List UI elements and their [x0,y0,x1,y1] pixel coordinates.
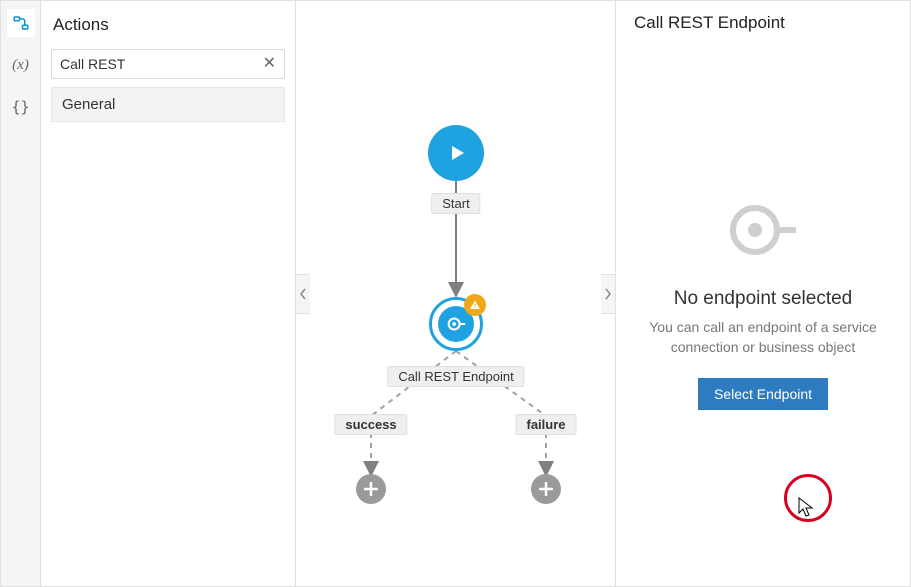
chevron-left-icon [299,288,307,300]
plus-icon [539,482,553,496]
chevron-right-icon [604,288,612,300]
empty-state-text: You can call an endpoint of a service co… [634,318,892,357]
outcome-success-label: success [334,414,407,435]
call-rest-node-label: Call REST Endpoint [387,366,524,387]
details-panel: Call REST Endpoint No endpoint selected … [615,1,910,586]
rail-flow-tab[interactable] [7,9,35,37]
rail-types-tab[interactable]: {} [7,93,35,121]
category-general[interactable]: General [51,87,285,122]
rail-variables-tab[interactable]: (x) [7,51,35,79]
types-icon: {} [11,98,29,116]
plus-icon [364,482,378,496]
start-node[interactable] [428,125,484,181]
flow-canvas[interactable]: Start Call REST Endpoint success failure [296,1,615,586]
search-input-wrapper: ✕ [51,49,285,79]
select-endpoint-button[interactable]: Select Endpoint [698,378,828,410]
warning-badge [464,294,486,316]
clear-search-icon[interactable]: ✕ [263,56,276,72]
left-rail: (x) {} [1,1,41,586]
endpoint-icon [445,313,467,335]
variables-icon: (x) [12,57,29,74]
warning-icon [469,299,481,311]
call-rest-node[interactable] [429,297,483,351]
actions-sidebar: Actions ✕ General [41,1,296,586]
play-icon [444,141,468,165]
endpoint-placeholder-icon [728,203,798,260]
collapse-left-handle[interactable] [296,274,310,314]
empty-state-heading: No endpoint selected [674,288,853,310]
add-failure-action-button[interactable] [531,474,561,504]
actions-search-input[interactable] [60,56,263,72]
start-node-label: Start [431,193,480,214]
sidebar-title: Actions [53,15,285,35]
outcome-failure-label: failure [515,414,576,435]
flow-icon [12,14,30,32]
details-title: Call REST Endpoint [634,13,892,33]
add-success-action-button[interactable] [356,474,386,504]
collapse-right-handle[interactable] [601,274,615,314]
